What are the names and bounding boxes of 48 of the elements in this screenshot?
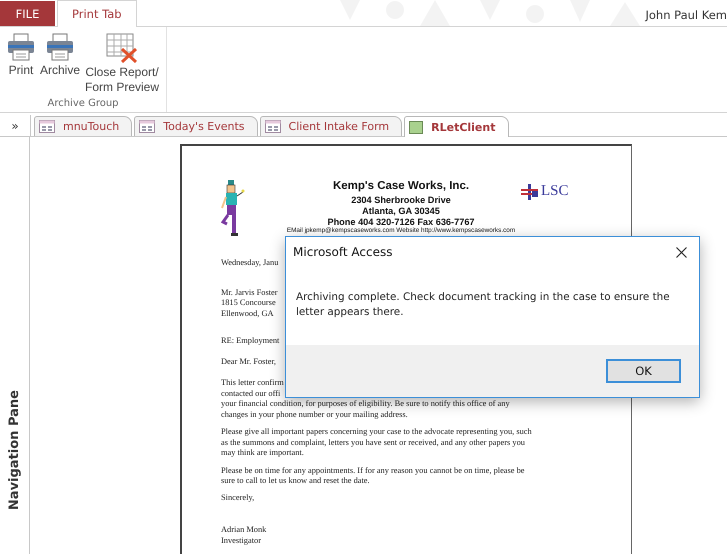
lsc-logo-icon — [521, 184, 539, 200]
address-line: Phone 404 320-7126 Fax 636-7767 — [327, 217, 475, 227]
report-icon — [409, 120, 424, 134]
form-icon — [139, 120, 156, 133]
letter-line: your financial condition, for purposes of eligibility. Be sure to notify this office of any — [221, 399, 510, 410]
form-icon — [39, 120, 55, 133]
dialog-message: Archiving complete. Check document tracking in the case to ensure the letter appears there. — [295, 290, 671, 320]
grid-close-icon — [106, 33, 138, 63]
user-name: John Paul Kem — [645, 6, 727, 22]
dialog-title: Microsoft Access — [293, 245, 393, 259]
letter-line: may think are important. — [221, 448, 304, 458]
letter-line: changes in your phone number or your mailing address. — [221, 410, 408, 420]
recipient-line: 1815 Concourse — [221, 298, 276, 308]
group-label: Archive Group — [46, 98, 120, 109]
printer-icon — [6, 33, 36, 61]
letter-date: Wednesday, Janu — [221, 258, 278, 268]
salutation: Dear Mr. Foster, — [221, 356, 276, 367]
document-tab[interactable]: Today's Events — [134, 116, 258, 136]
letter-line: sure to call to let us know and reset the date. — [221, 476, 370, 486]
ribbon-button[interactable]: Archive — [38, 31, 82, 80]
signer-name: Adrian Monk — [221, 525, 266, 536]
ribbon-tab[interactable]: Print Tab — [57, 0, 137, 27]
form-icon — [264, 120, 281, 133]
letter-line: Please give all important papers concerning your case to the advocate representing you, such — [221, 427, 532, 438]
recipient-line: Ellenwood, GA — [221, 308, 274, 319]
document-tab[interactable]: Client Intake Form — [260, 116, 402, 136]
signer-title: Investigator — [221, 536, 262, 546]
close-icon — [676, 246, 686, 258]
letter-line: as the summons and complaint, letters you have sent or received, and any other papers you — [221, 438, 525, 448]
letter-line: Please be on time for any appointments. If for any reason you cannot be on time, please be — [221, 466, 524, 476]
ribbon-button[interactable]: Close Report/ Form Preview — [82, 31, 162, 97]
letter-line: contacted our offi — [221, 388, 280, 399]
subject-line: RE: Employment — [221, 336, 280, 346]
ok-button[interactable]: OK — [606, 359, 681, 383]
document-tab[interactable]: mnuTouch — [34, 116, 132, 136]
address-line: 2304 Sherbrooke Drive — [351, 195, 451, 206]
address-line: Atlanta, GA 30345 — [362, 206, 440, 217]
recipient-line: Mr. Jarvis Foster — [221, 288, 278, 298]
company-name: Kemp's Case Works, Inc. — [332, 180, 470, 193]
dancing-man-drawing — [221, 180, 245, 238]
document-tab[interactable]: RLetClient — [404, 116, 508, 137]
logo-text: LSC — [541, 183, 569, 200]
ribbon-button[interactable]: Print — [4, 31, 38, 80]
printer-icon — [45, 33, 75, 61]
navigation-pane-title[interactable]: Navigation Pane — [7, 390, 22, 510]
closing: Sincerely, — [221, 492, 254, 503]
letter-line: This letter confirm — [221, 378, 284, 388]
ribbon-tab[interactable]: FILE — [0, 1, 55, 26]
